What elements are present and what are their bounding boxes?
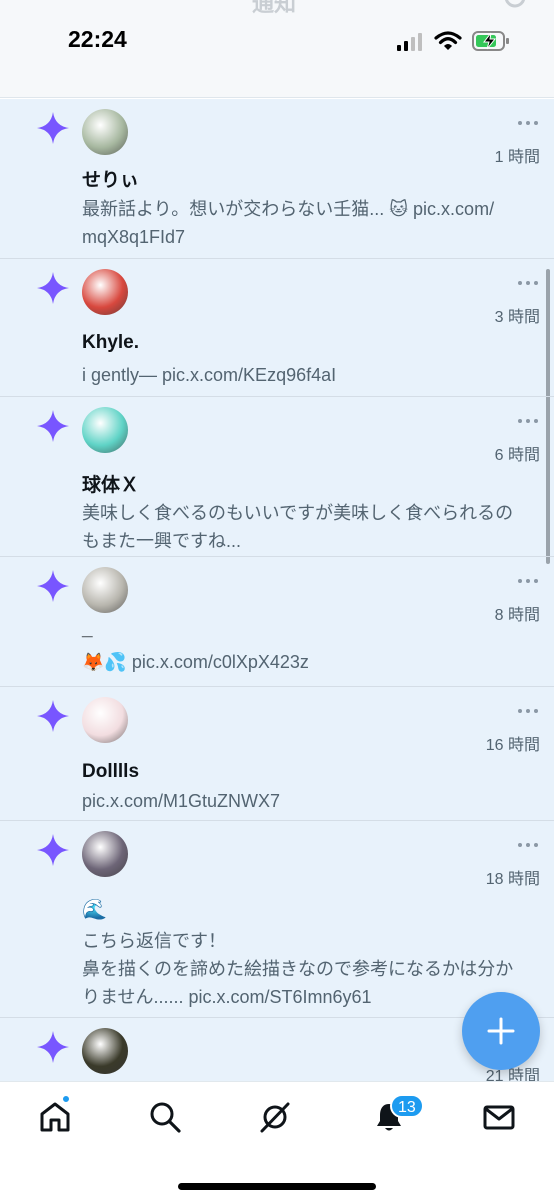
user-name[interactable]: Dolllls	[82, 761, 139, 783]
status-bar: 通知 22:24	[0, 0, 554, 98]
timestamp: 3 時間	[494, 309, 540, 326]
notification-item[interactable]: 6 時間球体Ｘ 美味しく食べるのもいいですが美味しく食べられるの もまた一興ですね…	[0, 397, 554, 557]
notification-feed[interactable]: 1 時間せりぃ最新話より。想いが交わらない壬猫... 🐱 pic.x.com/ …	[0, 99, 554, 1081]
avatar[interactable]	[82, 567, 128, 613]
messages-envelope-icon[interactable]	[482, 1100, 516, 1134]
emoji-line: 🌊	[82, 899, 107, 921]
grok-icon[interactable]	[258, 1100, 292, 1134]
sparkle-icon	[37, 272, 69, 304]
post-link[interactable]: pic.x.com/c0lXpX423z	[132, 652, 309, 672]
sparkle-icon	[37, 410, 69, 442]
notification-item[interactable]: 8 時間 _ 🦊💦 pic.x.com/c0lXpX423z	[0, 557, 554, 687]
sparkle-icon	[37, 1031, 69, 1063]
home-unread-dot	[61, 1094, 71, 1104]
avatar[interactable]	[82, 109, 128, 155]
more-options-icon[interactable]	[516, 841, 540, 849]
post-text[interactable]: i gently— pic.x.com/KEzq96f4aI	[82, 361, 538, 389]
more-options-icon[interactable]	[516, 707, 540, 715]
post-text[interactable]: こちら返信です！ 鼻を描くのを諦めた絵描きなので参考になるかは分か りません..…	[82, 927, 538, 1011]
avatar[interactable]	[82, 269, 128, 315]
post-text[interactable]: 美味しく食べるのもいいですが美味しく食べられるの もまた一興ですね...	[82, 499, 538, 555]
timestamp: 6 時間	[494, 447, 540, 464]
user-name[interactable]: 球体Ｘ	[82, 470, 139, 497]
post-text[interactable]: 最新話より。想いが交わらない壬猫... 🐱 pic.x.com/ mqX8q1F…	[82, 195, 538, 251]
post-text[interactable]: 🦊💦 pic.x.com/c0lXpX423z	[82, 648, 538, 676]
sparkle-icon	[37, 834, 69, 866]
compose-button[interactable]	[462, 992, 540, 1070]
emoji-prefix: 🦊💦	[82, 652, 127, 672]
sparkle-icon	[37, 700, 69, 732]
notification-item[interactable]: 18 時間 🌊 こちら返信です！ 鼻を描くのを諦めた絵描きなので参考になるかは分か …	[0, 821, 554, 1018]
clock: 22:24	[68, 26, 127, 52]
timestamp: 8 時間	[494, 607, 540, 624]
search-icon[interactable]	[148, 1100, 182, 1134]
avatar[interactable]	[82, 697, 128, 743]
more-options-icon[interactable]	[516, 279, 540, 287]
post-text[interactable]: pic.x.com/M1GtuZNWX7	[82, 787, 538, 815]
sparkle-icon	[37, 112, 69, 144]
avatar[interactable]	[82, 831, 128, 877]
notification-item[interactable]: 16 時間 Dolllls pic.x.com/M1GtuZNWX7	[0, 687, 554, 821]
avatar[interactable]	[82, 407, 128, 453]
more-options-icon[interactable]	[516, 417, 540, 425]
timestamp: 1 時間	[494, 149, 540, 166]
user-name[interactable]: せりぃ	[82, 165, 139, 192]
notification-item[interactable]: 3 時間 Khyle. i gently— pic.x.com/KEzq96f4aI	[0, 259, 554, 397]
home-indicator[interactable]	[178, 1183, 376, 1190]
user-name[interactable]: Khyle.	[82, 332, 139, 354]
timestamp: 18 時間	[485, 871, 540, 888]
battery-charging-icon	[472, 31, 509, 51]
user-name[interactable]: _	[82, 619, 93, 641]
notification-item[interactable]: 1 時間せりぃ最新話より。想いが交わらない壬猫... 🐱 pic.x.com/ …	[0, 99, 554, 259]
signal-icon	[397, 33, 422, 51]
more-options-icon[interactable]	[516, 577, 540, 585]
timestamp: 16 時間	[485, 737, 540, 754]
avatar[interactable]	[82, 1028, 128, 1074]
notification-count-badge: 13	[390, 1094, 424, 1118]
settings-gear-icon[interactable]	[500, 0, 530, 12]
header-title-partial: 通知	[252, 0, 297, 16]
plus-icon	[487, 1017, 515, 1045]
more-options-icon[interactable]	[516, 119, 540, 127]
home-icon[interactable]	[38, 1100, 72, 1134]
wifi-icon	[434, 31, 462, 50]
sparkle-icon	[37, 570, 69, 602]
